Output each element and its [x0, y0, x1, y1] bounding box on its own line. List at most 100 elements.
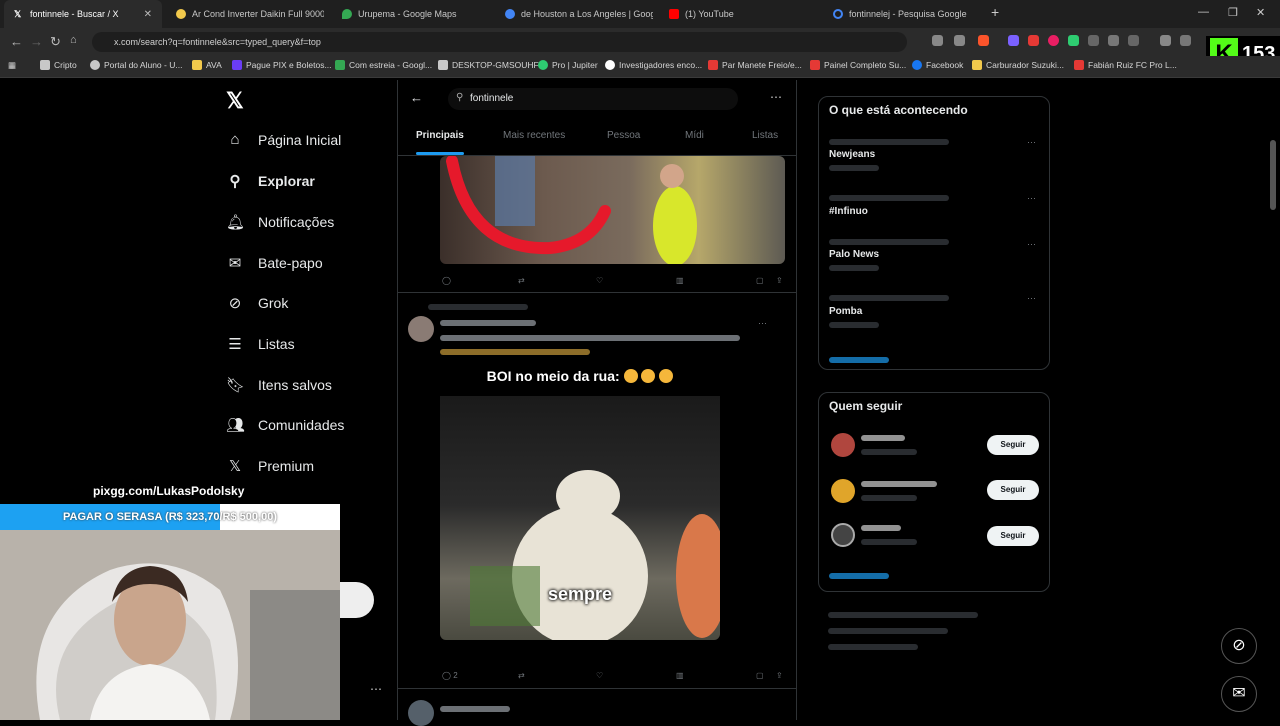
suggestion-avatar[interactable] — [831, 433, 855, 457]
post1-share-icon[interactable]: ⇪ — [776, 276, 783, 285]
post-button[interactable] — [340, 582, 374, 618]
messages-fab-icon[interactable]: ✉ — [1221, 676, 1257, 712]
post2-bookmark-icon[interactable]: ▢ — [756, 671, 764, 680]
follow-button[interactable]: Seguir — [987, 526, 1039, 546]
trend-more-icon[interactable]: ⋯ — [1027, 193, 1036, 204]
tab-media[interactable]: Mídi — [685, 130, 704, 141]
nav-communities[interactable]: 👥︎ Comunidades — [226, 416, 344, 434]
bookmark-manete[interactable]: Par Manete Freio/e... — [708, 60, 802, 70]
extension-icon[interactable] — [1128, 35, 1139, 46]
new-tab-icon[interactable]: + — [991, 4, 999, 20]
download-icon[interactable] — [1160, 35, 1171, 46]
post1-like-icon[interactable]: ♡ — [596, 276, 603, 285]
reload-icon[interactable]: ↻ — [50, 34, 61, 50]
nav-lists[interactable]: ☰ Listas — [226, 335, 294, 353]
trend-more-icon[interactable]: ⋯ — [1027, 239, 1036, 250]
tab-daikin[interactable]: Ar Cond Inverter Daikin Full 9000 Btu — [166, 0, 324, 28]
footer-links[interactable] — [828, 628, 948, 634]
follow-button[interactable]: Seguir — [987, 480, 1039, 500]
extension-icon[interactable] — [1068, 35, 1079, 46]
post2-reply-button[interactable]: ◯ 2 — [442, 671, 458, 680]
trend-2[interactable]: #Infinuo — [829, 206, 868, 217]
suggestion-avatar[interactable] — [831, 523, 855, 547]
home-icon[interactable]: ⌂ — [70, 34, 77, 46]
extension-icon[interactable] — [1088, 35, 1099, 46]
nav-home[interactable]: ⌂ Página Inicial — [226, 131, 341, 148]
tab-youtube[interactable]: (1) YouTube — [659, 0, 817, 28]
post1-media[interactable] — [440, 156, 785, 264]
trend-4[interactable]: Pomba — [829, 306, 862, 317]
apps-icon[interactable]: ▦ — [8, 60, 16, 71]
trend-more-icon[interactable]: ⋯ — [1027, 137, 1036, 148]
bookmark-fabian[interactable]: Fabián Ruiz FC Pro L... — [1074, 60, 1177, 70]
post1-reply-icon[interactable]: ◯ — [442, 276, 451, 285]
forward-icon[interactable]: → — [30, 34, 43, 49]
post3-avatar[interactable] — [408, 700, 434, 726]
minimize-icon[interactable]: — — [1198, 6, 1209, 18]
bookmark-investigadores[interactable]: Investigadores enco... — [605, 60, 702, 70]
bookmark-desktop[interactable]: DESKTOP-GMSOUHF — [438, 60, 539, 70]
back-icon[interactable]: ← — [10, 34, 23, 49]
scrollbar-thumb[interactable] — [1270, 140, 1276, 210]
suggestion-name[interactable] — [861, 481, 937, 487]
bookmark-ava[interactable]: AVA — [192, 60, 222, 70]
post2-share-icon[interactable]: ⇪ — [776, 671, 783, 680]
extension-icon[interactable] — [1028, 35, 1039, 46]
bookmark-carburador[interactable]: Carburador Suzuki... — [972, 60, 1064, 70]
post1-views-icon[interactable]: ▥ — [676, 276, 684, 285]
show-more-link[interactable] — [829, 357, 889, 363]
nav-explore[interactable]: ⚲ Explorar — [226, 172, 315, 190]
post2-views-icon[interactable]: ▥ — [676, 671, 684, 680]
tab-people[interactable]: Pessoa — [607, 130, 640, 141]
tab-google[interactable]: fontinnelej - Pesquisa Google — [823, 0, 987, 28]
more-options-icon[interactable]: ⋯ — [770, 90, 782, 104]
bookmark-estreia[interactable]: Com estreia - Googl... — [335, 60, 432, 70]
nav-messages[interactable]: ✉ Bate-papo — [226, 254, 323, 272]
close-window-icon[interactable]: ✕ — [1256, 6, 1265, 19]
post2-author[interactable] — [440, 320, 536, 326]
search-input[interactable]: ⚲ fontinnele — [448, 88, 738, 110]
extension-icon[interactable] — [1008, 35, 1019, 46]
post1-bookmark-icon[interactable]: ▢ — [756, 276, 764, 285]
more-icon[interactable]: ⋯ — [370, 682, 382, 696]
tab-top[interactable]: Principais — [416, 130, 464, 141]
maximize-icon[interactable]: ❐ — [1228, 6, 1238, 19]
trend-1[interactable]: Newjeans — [829, 149, 875, 160]
bookmark-pix[interactable]: Pague PIX e Boletos... — [232, 60, 332, 70]
tab-lists[interactable]: Listas — [752, 130, 778, 141]
follow-button[interactable]: Seguir — [987, 435, 1039, 455]
post2-more-icon[interactable]: ⋯ — [758, 318, 767, 329]
share-icon[interactable] — [954, 35, 965, 46]
bookmark-portal-aluno[interactable]: Portal do Aluno - U... — [90, 60, 182, 70]
url-field[interactable]: x.com/search?q=fontinnele&src=typed_quer… — [92, 32, 907, 52]
sidebar-icon[interactable] — [1180, 35, 1191, 46]
close-tab-icon[interactable]: ✕ — [144, 9, 152, 20]
bookmark-jupiter[interactable]: Pro | Jupiter — [538, 60, 598, 70]
post1-repost-icon[interactable]: ⇄ — [518, 276, 525, 285]
cast-icon[interactable] — [932, 35, 943, 46]
suggestion-name[interactable] — [861, 435, 905, 441]
back-arrow-icon[interactable]: ← — [410, 90, 423, 105]
bookmark-painel[interactable]: Painel Completo Su... — [810, 60, 906, 70]
brave-shield-icon[interactable] — [978, 35, 989, 46]
nav-notifications[interactable]: 🔔︎ Notificações — [226, 213, 334, 231]
nav-grok[interactable]: ⊘ Grok — [226, 294, 289, 312]
puzzle-icon[interactable] — [1108, 35, 1119, 46]
post2-media[interactable]: BOI no meio da rua: sempre — [440, 364, 720, 640]
trend-more-icon[interactable]: ⋯ — [1027, 293, 1036, 304]
nav-bookmarks[interactable]: 🔖︎ Itens salvos — [226, 376, 332, 394]
tab-maps[interactable]: Urupema - Google Maps — [332, 0, 490, 28]
post2-avatar[interactable] — [408, 316, 434, 342]
footer-links[interactable] — [828, 644, 918, 650]
grok-fab-icon[interactable]: ⊘ — [1221, 628, 1257, 664]
extension-icon[interactable] — [1048, 35, 1059, 46]
tab-latest[interactable]: Mais recentes — [503, 130, 565, 141]
show-more-link[interactable] — [829, 573, 889, 579]
suggestion-name[interactable] — [861, 525, 901, 531]
post3-author[interactable] — [440, 706, 510, 712]
bookmark-facebook[interactable]: Facebook — [912, 60, 963, 70]
trend-3[interactable]: Palo News — [829, 249, 879, 260]
suggestion-avatar[interactable] — [831, 479, 855, 503]
tab-flights[interactable]: de Houston a Los Angeles | Google V — [495, 0, 653, 28]
post2-like-icon[interactable]: ♡ — [596, 671, 603, 680]
